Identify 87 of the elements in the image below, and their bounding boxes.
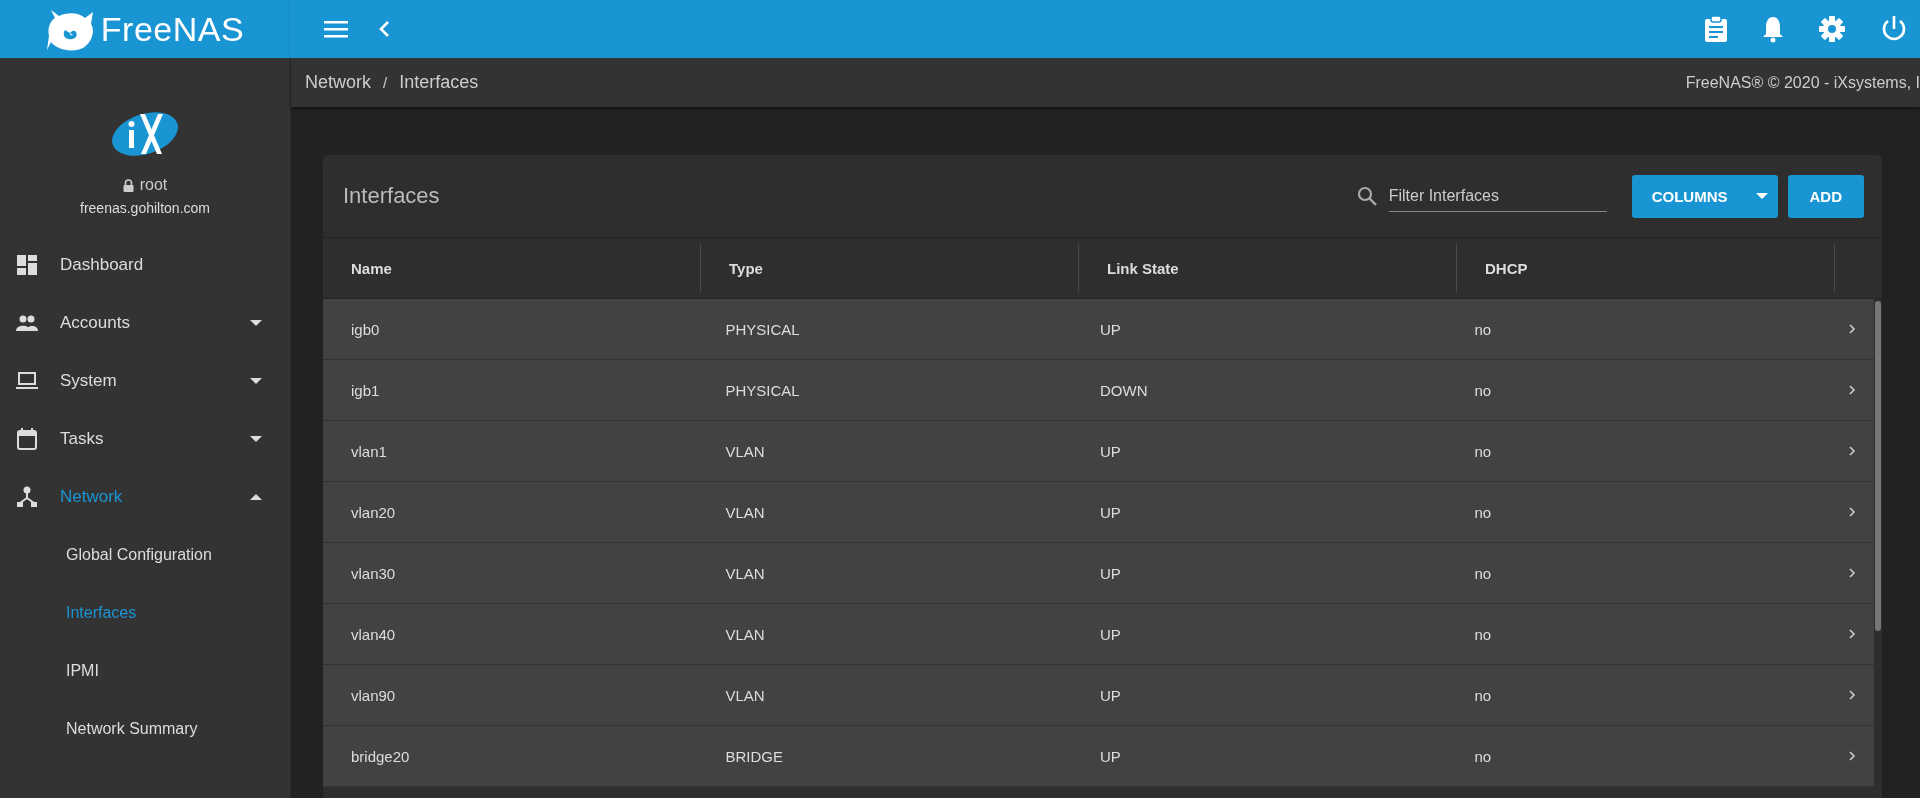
table-cell-text: VLAN xyxy=(724,686,766,704)
menu-icon[interactable] xyxy=(324,20,348,38)
table-row[interactable]: vlan90 VLAN UP no xyxy=(323,665,1874,726)
caret-down-icon xyxy=(250,320,262,326)
table-cell-text: vlan40 xyxy=(350,625,397,643)
table-cell-text: BRIDGE xyxy=(724,747,784,765)
table-row[interactable]: igb1 PHYSICAL DOWN no xyxy=(323,360,1874,421)
breadcrumb-link[interactable]: Network xyxy=(305,72,371,93)
search-icon xyxy=(1356,186,1377,206)
table-cell-text: UP xyxy=(1099,686,1122,704)
table-cell-text: UP xyxy=(1099,625,1122,643)
chevron-right-icon[interactable] xyxy=(1849,324,1856,334)
table-cell-text: PHYSICAL xyxy=(724,320,801,338)
calendar-icon xyxy=(16,428,38,450)
table-cell-text: PHYSICAL xyxy=(724,381,801,399)
sub-nav-item[interactable]: Interfaces xyxy=(0,584,290,642)
table-cell-text: no xyxy=(1473,625,1493,643)
table-cell-text: VLAN xyxy=(724,503,766,521)
nav-item[interactable]: Tasks xyxy=(0,410,290,468)
power-icon[interactable] xyxy=(1880,15,1908,43)
table-cell-text: no xyxy=(1473,747,1493,765)
chevron-right-icon[interactable] xyxy=(1849,446,1856,456)
column-header[interactable]: Type xyxy=(701,244,1079,292)
table-row[interactable]: vlan30 VLAN UP no xyxy=(323,543,1874,604)
lock-icon xyxy=(122,178,134,192)
table-cell-text: vlan90 xyxy=(350,686,397,704)
laptop-icon xyxy=(16,370,38,392)
table-cell-text: no xyxy=(1473,442,1493,460)
filter-field[interactable]: Filter Interfaces xyxy=(1388,180,1607,212)
table-row[interactable]: vlan40 VLAN UP no xyxy=(323,604,1874,665)
nav-item[interactable]: System xyxy=(0,352,290,410)
caret-down-icon xyxy=(250,436,262,442)
table-cell-text: no xyxy=(1473,503,1493,521)
nav-item[interactable]: Accounts xyxy=(0,294,290,352)
table-cell-text: vlan1 xyxy=(350,442,388,460)
caret-down-icon xyxy=(1755,193,1768,199)
caret-down-icon xyxy=(250,378,262,384)
table-row[interactable]: vlan1 VLAN UP no xyxy=(323,421,1874,482)
nav-item[interactable]: Network xyxy=(0,468,290,526)
card-title: Interfaces xyxy=(343,183,440,209)
sub-nav-item[interactable]: IPMI xyxy=(0,642,290,700)
table-cell-text: vlan30 xyxy=(350,564,397,582)
hostname: freenas.gohilton.com xyxy=(80,200,210,216)
username: root xyxy=(139,176,168,194)
table-cell-text: VLAN xyxy=(724,625,766,643)
breadcrumb-separator: / xyxy=(383,74,388,91)
table-row[interactable]: igb0 PHYSICAL UP no xyxy=(323,299,1874,360)
back-chevron-icon[interactable] xyxy=(378,20,390,38)
caret-up-icon xyxy=(250,494,262,500)
chevron-right-icon[interactable] xyxy=(1849,507,1856,517)
brand-name: FreeNAS xyxy=(100,9,245,49)
table-cell-text: VLAN xyxy=(724,442,766,460)
column-header[interactable]: Link State xyxy=(1079,244,1457,292)
table-cell-text: UP xyxy=(1099,503,1122,521)
chevron-right-icon[interactable] xyxy=(1849,751,1856,761)
table-cell-text: no xyxy=(1473,686,1493,704)
table-cell-text: bridge20 xyxy=(350,747,411,765)
column-header[interactable]: Name xyxy=(323,244,701,292)
column-header[interactable]: DHCP xyxy=(1457,244,1835,292)
table-cell-text: no xyxy=(1473,564,1493,582)
table-cell-text: UP xyxy=(1099,442,1122,460)
network-icon xyxy=(16,486,38,508)
clipboard-icon[interactable] xyxy=(1704,15,1728,43)
table-cell-text: no xyxy=(1473,381,1493,399)
sub-nav-item[interactable]: Global Configuration xyxy=(0,526,290,584)
nav-item[interactable]: Dashboard xyxy=(0,236,290,294)
table-cell-text: igb1 xyxy=(350,381,381,399)
table-cell-text: no xyxy=(1473,320,1493,338)
chevron-right-icon[interactable] xyxy=(1849,690,1856,700)
table-cell-text: DOWN xyxy=(1099,381,1149,399)
chevron-right-icon[interactable] xyxy=(1849,385,1856,395)
table-cell-text: igb0 xyxy=(350,320,381,338)
scrollbar[interactable] xyxy=(1875,301,1881,631)
chevron-right-icon[interactable] xyxy=(1849,568,1856,578)
table-row[interactable]: bridge20 BRIDGE UP no xyxy=(323,726,1874,787)
table-cell-text: UP xyxy=(1099,564,1122,582)
sub-nav-item[interactable]: Network Summary xyxy=(0,700,290,758)
notifications-icon[interactable] xyxy=(1762,15,1784,43)
copyright-text: FreeNAS® © 2020 - iXsystems, I xyxy=(1685,73,1920,92)
chevron-right-icon[interactable] xyxy=(1849,629,1856,639)
table-cell-text: vlan20 xyxy=(350,503,397,521)
breadcrumb-link[interactable]: Interfaces xyxy=(399,72,479,93)
table-row[interactable]: vlan20 VLAN UP no xyxy=(323,482,1874,543)
table-cell-text: UP xyxy=(1099,320,1122,338)
table-cell-text: UP xyxy=(1099,747,1122,765)
table-cell-text: VLAN xyxy=(724,564,766,582)
dashboard-icon xyxy=(16,254,38,276)
